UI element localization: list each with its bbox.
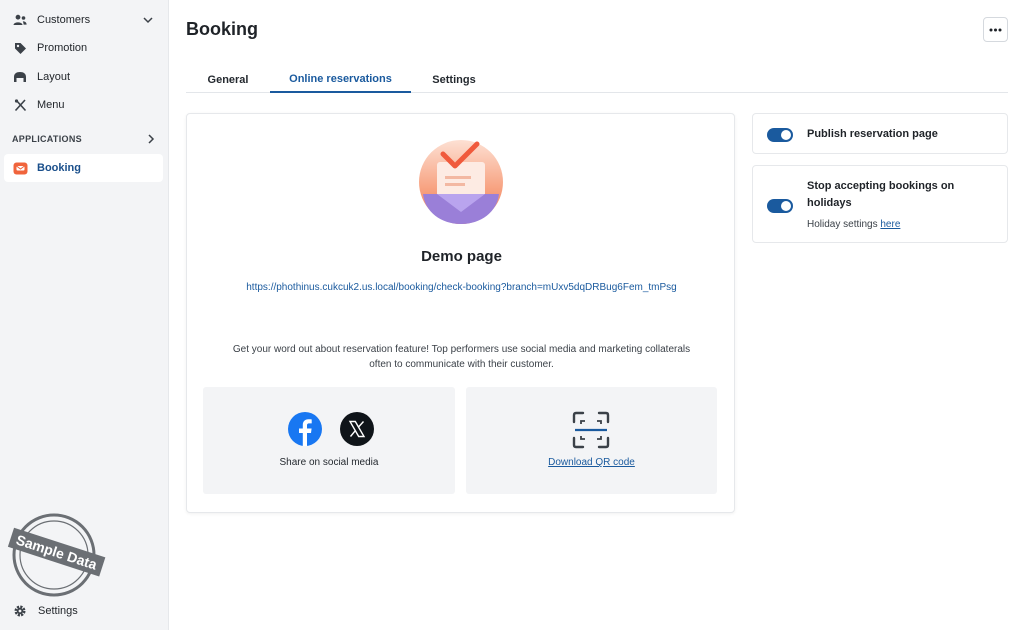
share-label: Share on social media	[279, 457, 379, 468]
tab-online-reservations[interactable]: Online reservations	[270, 66, 411, 93]
qr-code-panel: Download QR code	[466, 387, 717, 494]
publish-card: Publish reservation page	[752, 113, 1008, 154]
booking-url-link[interactable]: https://phothinus.cukcuk2.us.local/booki…	[187, 282, 736, 293]
users-icon	[12, 12, 28, 28]
sidebar-item-label: Customers	[37, 14, 91, 26]
chevron-right-icon[interactable]	[144, 132, 158, 146]
gear-icon	[12, 603, 28, 619]
tag-icon	[12, 40, 28, 56]
sample-data-stamp: Sample Data	[7, 513, 106, 597]
tab-settings[interactable]: Settings	[411, 66, 497, 93]
sidebar-item-booking[interactable]: Booking	[4, 154, 163, 182]
holiday-settings-text: Holiday settings here	[807, 219, 900, 230]
sidebar-item-customers[interactable]: Customers	[4, 6, 163, 34]
holiday-settings-label: Holiday settings	[807, 219, 881, 230]
utensils-icon	[12, 97, 28, 113]
ellipsis-icon	[989, 28, 1002, 31]
chevron-down-icon[interactable]	[141, 13, 155, 27]
sidebar-item-label: Booking	[37, 162, 81, 174]
more-options-button[interactable]	[983, 17, 1008, 42]
holiday-settings-link[interactable]: here	[880, 219, 900, 230]
sidebar-item-menu[interactable]: Menu	[4, 91, 163, 119]
sidebar-item-label: Menu	[37, 99, 65, 111]
sidebar-item-settings[interactable]: Settings	[12, 603, 78, 619]
publish-toggle[interactable]	[767, 128, 793, 142]
section-label-applications: APPLICATIONS	[12, 134, 82, 144]
holiday-label: Stop accepting bookings on holidays	[807, 180, 955, 209]
tab-general[interactable]: General	[186, 66, 270, 93]
sidebar-item-label: Promotion	[37, 42, 88, 54]
x-twitter-icon[interactable]	[340, 412, 374, 446]
sidebar-item-label: Layout	[37, 71, 71, 83]
share-social-panel: Share on social media	[203, 387, 455, 494]
publish-label: Publish reservation page	[807, 128, 938, 140]
tab-bar: General Online reservations Settings	[186, 66, 1008, 93]
settings-label: Settings	[38, 605, 78, 617]
facebook-icon[interactable]	[288, 412, 322, 446]
demo-page-title: Demo page	[421, 248, 502, 265]
layout-icon	[12, 69, 28, 85]
holiday-card: Stop accepting bookings on holidays Holi…	[752, 165, 1008, 243]
sidebar-item-layout[interactable]: Layout	[4, 63, 163, 91]
promo-line-1: Get your word out about reservation feat…	[232, 344, 691, 355]
promo-text: Get your word out about reservation feat…	[211, 342, 712, 372]
sidebar-item-promotion[interactable]: Promotion	[4, 34, 163, 62]
promo-line-2: often to communicate with their customer…	[369, 359, 554, 370]
booking-icon	[12, 160, 28, 176]
download-qr-link[interactable]: Download QR code	[466, 457, 717, 468]
reservation-illustration	[419, 140, 503, 224]
sidebar: Customers Promotion Layout Menu APPLICAT…	[0, 0, 169, 630]
page-title: Booking	[186, 19, 258, 39]
qr-scan-icon[interactable]	[572, 411, 610, 449]
demo-page-card: Demo page https://phothinus.cukcuk2.us.l…	[186, 113, 735, 513]
holiday-toggle[interactable]	[767, 199, 793, 213]
